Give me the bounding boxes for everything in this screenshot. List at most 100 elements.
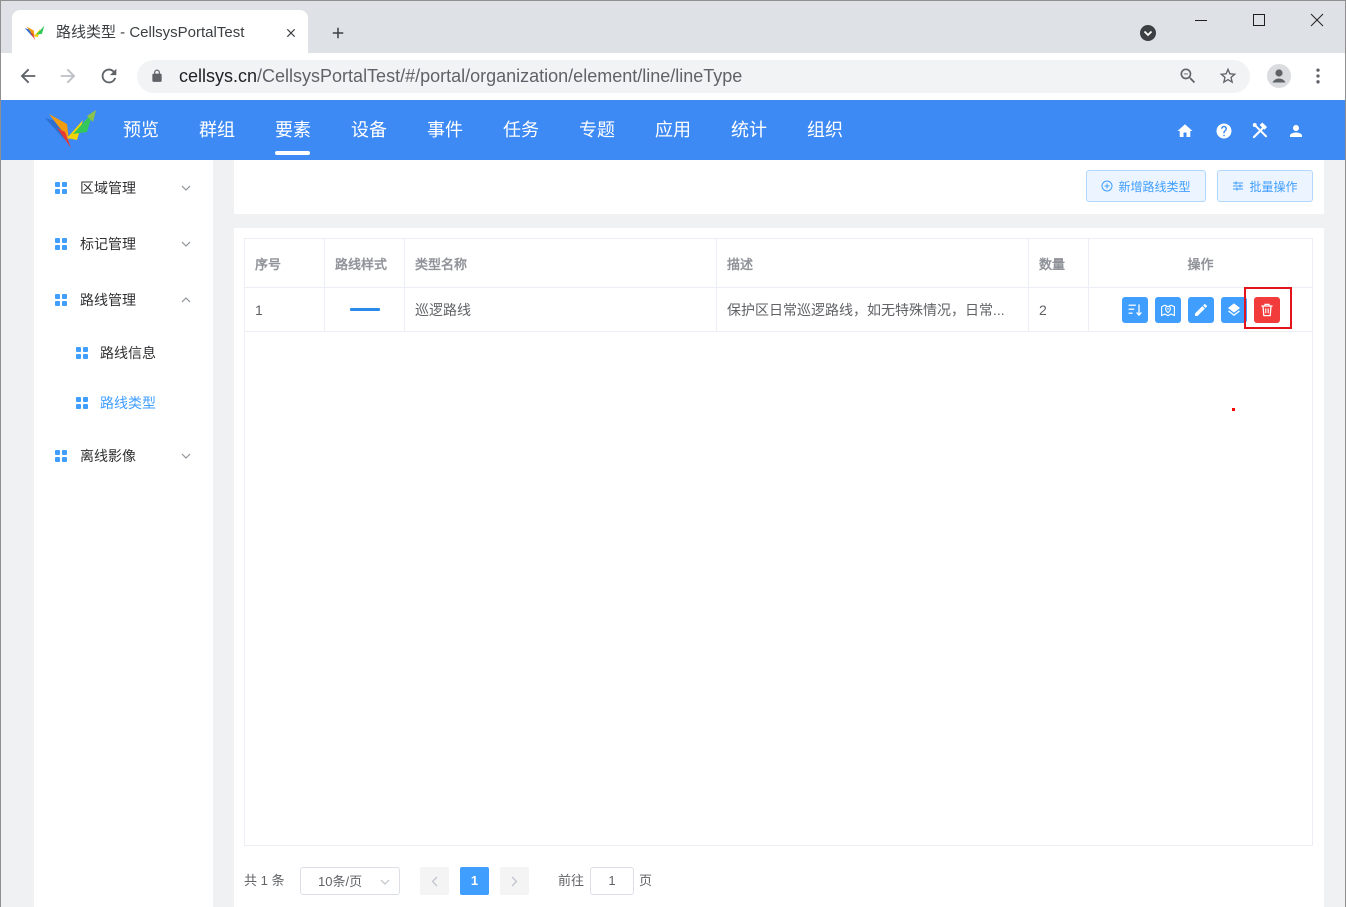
nav-item-label: 预览 bbox=[123, 120, 159, 140]
nav-item-organization[interactable]: 组织 bbox=[787, 100, 863, 160]
nav-item-label: 群组 bbox=[199, 120, 235, 140]
nav-item-events[interactable]: 事件 bbox=[407, 100, 483, 160]
next-page-button[interactable] bbox=[500, 867, 529, 895]
chevron-right-icon bbox=[511, 876, 518, 886]
window-close-icon[interactable] bbox=[1310, 13, 1324, 27]
tools-icon[interactable] bbox=[1251, 122, 1269, 140]
cell-count: 2 bbox=[1029, 288, 1089, 331]
goto-page-input[interactable] bbox=[590, 867, 634, 895]
layers-icon bbox=[1227, 302, 1240, 316]
nav-item-label: 统计 bbox=[731, 120, 767, 140]
grid-icon bbox=[55, 450, 67, 462]
layers-button[interactable] bbox=[1220, 296, 1247, 323]
nav-item-preview[interactable]: 预览 bbox=[103, 100, 179, 160]
cell-description: 保护区日常巡逻路线，如无特殊情况，日常... bbox=[717, 288, 1029, 331]
url-text[interactable]: cellsys.cn/CellsysPortalTest/#/portal/or… bbox=[179, 60, 742, 93]
profile-avatar-icon[interactable] bbox=[1267, 64, 1291, 88]
pagination-total-prefix: 共 bbox=[244, 873, 258, 888]
app-header: 预览 群组 要素 设备 事件 任务 专题 应用 统计 组织 bbox=[0, 100, 1346, 160]
nav-item-groups[interactable]: 群组 bbox=[179, 100, 255, 160]
back-arrow-icon[interactable] bbox=[17, 65, 39, 87]
url-path: /CellsysPortalTest/#/portal/organization… bbox=[257, 66, 743, 86]
nav-item-apps[interactable]: 应用 bbox=[635, 100, 711, 160]
app-favicon-icon bbox=[24, 25, 45, 41]
nav-item-statistics[interactable]: 统计 bbox=[711, 100, 787, 160]
window-maximize-icon[interactable] bbox=[1252, 13, 1266, 27]
nav-item-label: 要素 bbox=[275, 120, 311, 140]
sidebar-item-offline-imagery[interactable]: 离线影像 bbox=[34, 436, 213, 476]
nav-item-label: 专题 bbox=[579, 120, 615, 140]
nav-item-label: 组织 bbox=[807, 120, 843, 140]
delete-icon bbox=[1260, 303, 1273, 316]
sidebar-subitem-route-type[interactable]: 路线类型 bbox=[34, 383, 213, 423]
zoom-out-icon[interactable] bbox=[1178, 66, 1198, 86]
tab-close-icon[interactable] bbox=[284, 26, 298, 40]
grid-icon bbox=[76, 397, 88, 409]
add-route-type-button[interactable]: 新增路线类型 bbox=[1086, 170, 1206, 202]
tab-search-dropdown-icon[interactable] bbox=[1140, 25, 1156, 41]
table-row[interactable]: 1 巡逻路线 保护区日常巡逻路线，如无特殊情况，日常... 2 bbox=[245, 288, 1312, 332]
chevron-down-icon bbox=[181, 185, 191, 191]
delete-button[interactable] bbox=[1253, 296, 1280, 323]
lock-icon[interactable] bbox=[150, 69, 164, 83]
page-size-value: 10条/页 bbox=[318, 874, 363, 889]
page-size-select[interactable]: 10条/页 bbox=[300, 867, 400, 895]
nav-item-label: 应用 bbox=[655, 120, 691, 140]
add-circle-icon bbox=[1101, 180, 1113, 192]
goto-suffix: 页 bbox=[639, 873, 653, 888]
sidebar-item-area-management[interactable]: 区域管理 bbox=[34, 168, 213, 208]
edit-icon bbox=[1194, 303, 1207, 316]
address-bar[interactable]: cellsys.cn/CellsysPortalTest/#/portal/or… bbox=[137, 60, 1250, 93]
page-number-current[interactable]: 1 bbox=[460, 867, 489, 895]
chevron-down-icon bbox=[181, 453, 191, 459]
nav-item-label: 任务 bbox=[503, 120, 539, 140]
user-icon[interactable] bbox=[1287, 122, 1305, 140]
chevron-down-icon bbox=[380, 879, 390, 885]
column-header-description: 描述 bbox=[717, 239, 1029, 287]
main-nav: 预览 群组 要素 设备 事件 任务 专题 应用 统计 组织 bbox=[103, 100, 863, 160]
tab-title: 路线类型 - CellsysPortalTest bbox=[56, 24, 245, 41]
chevron-down-icon bbox=[181, 241, 191, 247]
batch-operation-button[interactable]: 批量操作 bbox=[1217, 170, 1313, 202]
url-host: cellsys.cn bbox=[179, 66, 258, 86]
row-actions bbox=[1121, 296, 1280, 323]
sidebar-subitem-label: 路线信息 bbox=[100, 345, 156, 361]
home-icon[interactable] bbox=[1176, 122, 1194, 140]
map-button[interactable] bbox=[1154, 296, 1181, 323]
nav-item-elements[interactable]: 要素 bbox=[255, 100, 331, 160]
pagination-total-suffix: 条 bbox=[271, 873, 285, 888]
sidebar-item-label: 路线管理 bbox=[80, 292, 136, 308]
nav-item-devices[interactable]: 设备 bbox=[331, 100, 407, 160]
sidebar-item-label: 离线影像 bbox=[80, 448, 136, 464]
nav-item-topics[interactable]: 专题 bbox=[559, 100, 635, 160]
reload-icon[interactable] bbox=[98, 65, 120, 87]
add-route-type-label: 新增路线类型 bbox=[1118, 179, 1191, 194]
page-content: 区域管理 标记管理 路线管理 路线信息 路线类型 离线影像 新增路线类型 批量操… bbox=[0, 160, 1346, 907]
column-header-index: 序号 bbox=[245, 239, 325, 287]
browser-menu-icon[interactable] bbox=[1308, 66, 1328, 86]
sidebar-item-marker-management[interactable]: 标记管理 bbox=[34, 224, 213, 264]
table-header-row: 序号 路线样式 类型名称 描述 数量 操作 bbox=[245, 239, 1312, 288]
app-logo-icon[interactable] bbox=[43, 110, 97, 150]
sort-button[interactable] bbox=[1121, 296, 1148, 323]
sidebar-subitem-route-info[interactable]: 路线信息 bbox=[34, 333, 213, 373]
browser-toolbar: cellsys.cn/CellsysPortalTest/#/portal/or… bbox=[0, 53, 1346, 100]
grid-icon bbox=[55, 238, 67, 250]
sidebar-item-route-management[interactable]: 路线管理 bbox=[34, 280, 213, 320]
sort-icon bbox=[1128, 303, 1142, 316]
bookmark-star-icon[interactable] bbox=[1218, 66, 1238, 86]
nav-item-label: 设备 bbox=[351, 120, 387, 140]
new-tab-plus-icon[interactable] bbox=[329, 24, 347, 42]
browser-tab-active[interactable]: 路线类型 - CellsysPortalTest bbox=[12, 10, 308, 53]
edit-button[interactable] bbox=[1187, 296, 1214, 323]
prev-page-button[interactable] bbox=[420, 867, 449, 895]
grid-icon bbox=[76, 347, 88, 359]
nav-item-tasks[interactable]: 任务 bbox=[483, 100, 559, 160]
sidebar-item-label: 区域管理 bbox=[80, 180, 136, 196]
window-minimize-icon[interactable] bbox=[1194, 13, 1208, 27]
column-header-type-name: 类型名称 bbox=[405, 239, 717, 287]
forward-arrow-icon[interactable] bbox=[57, 65, 79, 87]
table-card: 序号 路线样式 类型名称 描述 数量 操作 1 巡逻路线 保护区日常巡逻路线，如… bbox=[234, 228, 1324, 907]
operation-icon bbox=[1233, 181, 1244, 191]
help-icon[interactable] bbox=[1215, 122, 1233, 140]
